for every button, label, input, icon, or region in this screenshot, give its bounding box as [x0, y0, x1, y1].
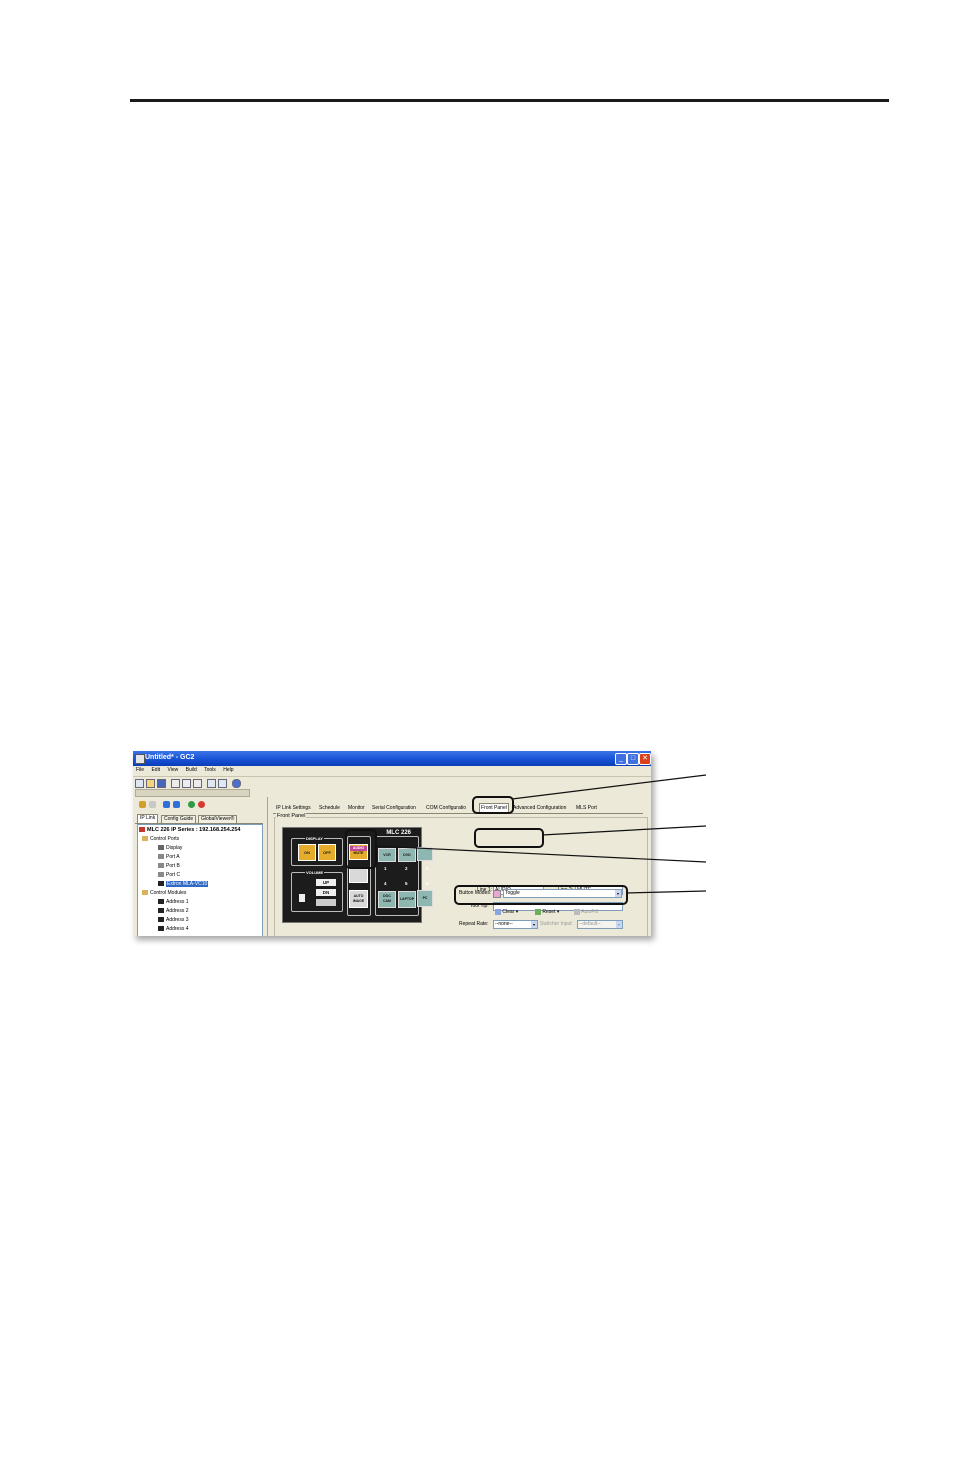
- callout-leader-lines: [374, 774, 707, 894]
- leader-line-line1: [541, 825, 707, 836]
- leader-line-button-mode: [625, 890, 707, 894]
- leader-line-audio-mute: [374, 845, 707, 863]
- leader-line-front-panel: [511, 774, 707, 800]
